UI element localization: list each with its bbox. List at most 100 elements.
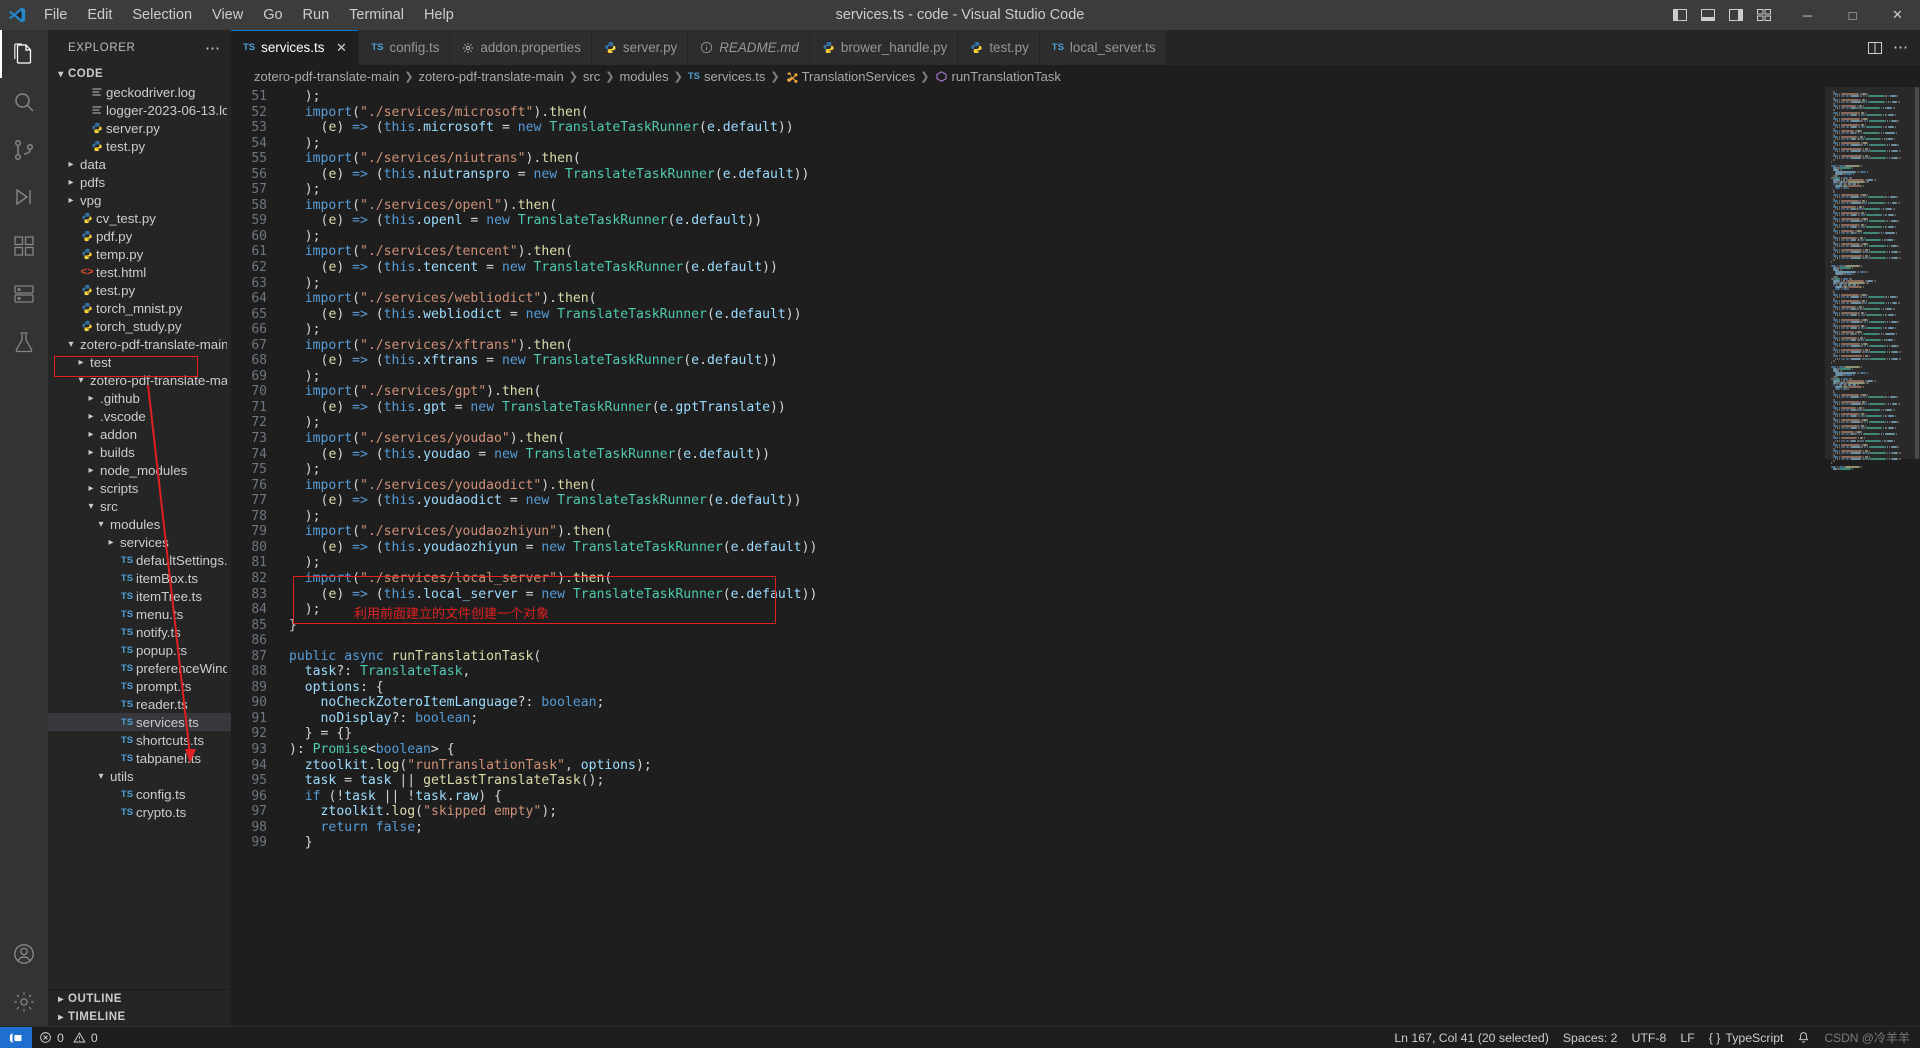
code-line[interactable]: 94 ztoolkit.log("runTranslationTask", op… bbox=[231, 758, 1825, 774]
tree-item-scripts[interactable]: ▸ scripts bbox=[48, 479, 231, 497]
minimize-button[interactable]: ─ bbox=[1785, 0, 1830, 30]
breadcrumb-item-5[interactable]: TranslationServices bbox=[782, 69, 919, 84]
code-line[interactable]: 70 import("./services/gpt").then( bbox=[231, 384, 1825, 400]
code-content[interactable]: (e) => (this.local_server = new Translat… bbox=[289, 587, 818, 603]
code-content[interactable]: import("./services/xftrans").then( bbox=[289, 338, 573, 354]
file-tree[interactable]: ▾ CODE geckodriver.log logger-2023-06-13.… bbox=[48, 65, 231, 989]
code-content[interactable]: } bbox=[289, 835, 313, 851]
section-outline[interactable]: ▸ OUTLINE bbox=[48, 990, 231, 1008]
code-line[interactable]: 89 options: { bbox=[231, 680, 1825, 696]
breadcrumb-item-1[interactable]: zotero-pdf-translate-main bbox=[415, 69, 566, 84]
breadcrumb-item-4[interactable]: TS services.ts bbox=[685, 69, 769, 84]
indentation-setting[interactable]: Spaces: 2 bbox=[1556, 1027, 1625, 1048]
code-line[interactable]: 80 (e) => (this.youdaozhiyun = new Trans… bbox=[231, 540, 1825, 556]
tree-item-zotero-pdf-translate-main[interactable]: ▾ zotero-pdf-translate-main bbox=[48, 371, 231, 389]
code-line[interactable]: 59 (e) => (this.openl = new TranslateTas… bbox=[231, 213, 1825, 229]
code-content[interactable]: ); bbox=[289, 555, 321, 571]
activity-extensions-icon[interactable] bbox=[0, 222, 48, 270]
tree-item-reader-ts[interactable]: TS reader.ts bbox=[48, 695, 231, 713]
code-line[interactable]: 65 (e) => (this.webliodict = new Transla… bbox=[231, 307, 1825, 323]
tree-item-server-py[interactable]: server.py bbox=[48, 119, 231, 137]
code-line[interactable]: 76 import("./services/youdaodict").then( bbox=[231, 478, 1825, 494]
tree-item-preferencewindow-ts[interactable]: TSpreferenceWindow.ts bbox=[48, 659, 231, 677]
code-content[interactable]: ); bbox=[289, 229, 321, 245]
code-line[interactable]: 51 ); bbox=[231, 89, 1825, 105]
code-content[interactable]: ); bbox=[289, 89, 321, 105]
activity-run-debug-icon[interactable] bbox=[0, 174, 48, 222]
menu-edit[interactable]: Edit bbox=[77, 4, 122, 26]
tree-item-prompt-ts[interactable]: TS prompt.ts bbox=[48, 677, 231, 695]
tree-item-itemtree-ts[interactable]: TS itemTree.ts bbox=[48, 587, 231, 605]
code-line[interactable]: 67 import("./services/xftrans").then( bbox=[231, 338, 1825, 354]
tree-item-test-html[interactable]: <> test.html bbox=[48, 263, 231, 281]
code-line[interactable]: 96 if (!task || !task.raw) { bbox=[231, 789, 1825, 805]
code-line[interactable]: 81 ); bbox=[231, 555, 1825, 571]
code-line[interactable]: 95 task = task || getLastTranslateTask()… bbox=[231, 773, 1825, 789]
code-content[interactable]: ); bbox=[289, 509, 321, 525]
menu-selection[interactable]: Selection bbox=[122, 4, 202, 26]
tree-item-geckodriver-log[interactable]: geckodriver.log bbox=[48, 83, 231, 101]
tab-readme-md[interactable]: README.md bbox=[688, 30, 810, 65]
code-content[interactable]: (e) => (this.gpt = new TranslateTaskRunn… bbox=[289, 400, 786, 416]
customize-layout-icon[interactable] bbox=[1751, 3, 1777, 27]
activity-remote-explorer-icon[interactable] bbox=[0, 270, 48, 318]
tab-services-ts[interactable]: TS services.ts ✕ bbox=[231, 30, 360, 65]
maximize-button[interactable]: □ bbox=[1830, 0, 1875, 30]
code-content[interactable]: (e) => (this.microsoft = new TranslateTa… bbox=[289, 120, 794, 136]
tree-item-crypto-ts[interactable]: TS crypto.ts bbox=[48, 803, 231, 821]
activity-account-icon[interactable] bbox=[0, 930, 48, 978]
tree-item-pdfs[interactable]: ▸ pdfs bbox=[48, 173, 231, 191]
tree-item-data[interactable]: ▸ data bbox=[48, 155, 231, 173]
code-line[interactable]: 54 ); bbox=[231, 136, 1825, 152]
code-content[interactable]: (e) => (this.niutranspro = new Translate… bbox=[289, 167, 810, 183]
code-line[interactable]: 87 public async runTranslationTask( bbox=[231, 649, 1825, 665]
tree-item-pdf-py[interactable]: pdf.py bbox=[48, 227, 231, 245]
tab-server-py[interactable]: server.py bbox=[591, 30, 689, 65]
minimap-slider[interactable] bbox=[1825, 87, 1920, 459]
code-content[interactable]: ); bbox=[289, 182, 321, 198]
code-content[interactable]: if (!task || !task.raw) { bbox=[289, 789, 502, 805]
language-mode[interactable]: { } TypeScript bbox=[1702, 1027, 1791, 1048]
code-content[interactable]: import("./services/tencent").then( bbox=[289, 244, 573, 260]
code-line[interactable]: 62 (e) => (this.tencent = new TranslateT… bbox=[231, 260, 1825, 276]
code-content[interactable]: import("./services/openl").then( bbox=[289, 198, 557, 214]
breadcrumb-item-0[interactable]: zotero-pdf-translate-main bbox=[251, 69, 402, 84]
code-line[interactable]: 97 ztoolkit.log("skipped empty"); bbox=[231, 804, 1825, 820]
tree-item-src[interactable]: ▾ src bbox=[48, 497, 231, 515]
toggle-secondary-sidebar-icon[interactable] bbox=[1723, 3, 1749, 27]
code-content[interactable]: ztoolkit.log("skipped empty"); bbox=[289, 804, 558, 820]
explorer-more-actions-icon[interactable]: ⋯ bbox=[201, 39, 225, 57]
code-content[interactable]: noCheckZoteroItemLanguage?: boolean; bbox=[289, 695, 605, 711]
code-content[interactable]: (e) => (this.youdao = new TranslateTaskR… bbox=[289, 447, 771, 463]
remote-window-indicator[interactable] bbox=[0, 1026, 32, 1048]
code-content[interactable]: import("./services/microsoft").then( bbox=[289, 105, 589, 121]
tree-item-test[interactable]: ▸ test bbox=[48, 353, 231, 371]
tab-config-ts[interactable]: TS config.ts bbox=[359, 30, 451, 65]
activity-search-icon[interactable] bbox=[0, 78, 48, 126]
code-content[interactable]: public async runTranslationTask( bbox=[289, 649, 541, 665]
code-content[interactable]: ); bbox=[289, 415, 321, 431]
tree-item-tabpanel-ts[interactable]: TS tabpanel.ts bbox=[48, 749, 231, 767]
tab-close-icon[interactable]: ✕ bbox=[334, 40, 348, 56]
code-line[interactable]: 98 return false; bbox=[231, 820, 1825, 836]
tree-item-defaultsettings-ts[interactable]: TSdefaultSettings.ts bbox=[48, 551, 231, 569]
code-line[interactable]: 53 (e) => (this.microsoft = new Translat… bbox=[231, 120, 1825, 136]
tree-item-popup-ts[interactable]: TS popup.ts bbox=[48, 641, 231, 659]
tree-item-torch-study-py[interactable]: torch_study.py bbox=[48, 317, 231, 335]
code-line[interactable]: 90 noCheckZoteroItemLanguage?: boolean; bbox=[231, 695, 1825, 711]
code-line[interactable]: 99 } bbox=[231, 835, 1825, 851]
close-button[interactable]: ✕ bbox=[1875, 0, 1920, 30]
code-content[interactable]: import("./services/local_server").then( bbox=[289, 571, 613, 587]
code-content[interactable]: import("./services/youdaozhiyun").then( bbox=[289, 524, 613, 540]
editor-more-actions-icon[interactable]: ⋯ bbox=[1893, 40, 1908, 55]
code-content[interactable]: (e) => (this.webliodict = new TranslateT… bbox=[289, 307, 802, 323]
code-line[interactable]: 68 (e) => (this.xftrans = new TranslateT… bbox=[231, 353, 1825, 369]
split-editor-icon[interactable] bbox=[1867, 40, 1883, 56]
cursor-position[interactable]: Ln 167, Col 41 (20 selected) bbox=[1387, 1027, 1556, 1048]
tree-item-node-modules[interactable]: ▸ node_modules bbox=[48, 461, 231, 479]
tree-item-notify-ts[interactable]: TS notify.ts bbox=[48, 623, 231, 641]
tree-item-zotero-pdf-translate-main[interactable]: ▾ zotero-pdf-translate-main bbox=[48, 335, 231, 353]
code-content[interactable]: (e) => (this.youdaodict = new TranslateT… bbox=[289, 493, 802, 509]
code-content[interactable]: (e) => (this.openl = new TranslateTaskRu… bbox=[289, 213, 763, 229]
tree-item--github[interactable]: ▸ .github bbox=[48, 389, 231, 407]
